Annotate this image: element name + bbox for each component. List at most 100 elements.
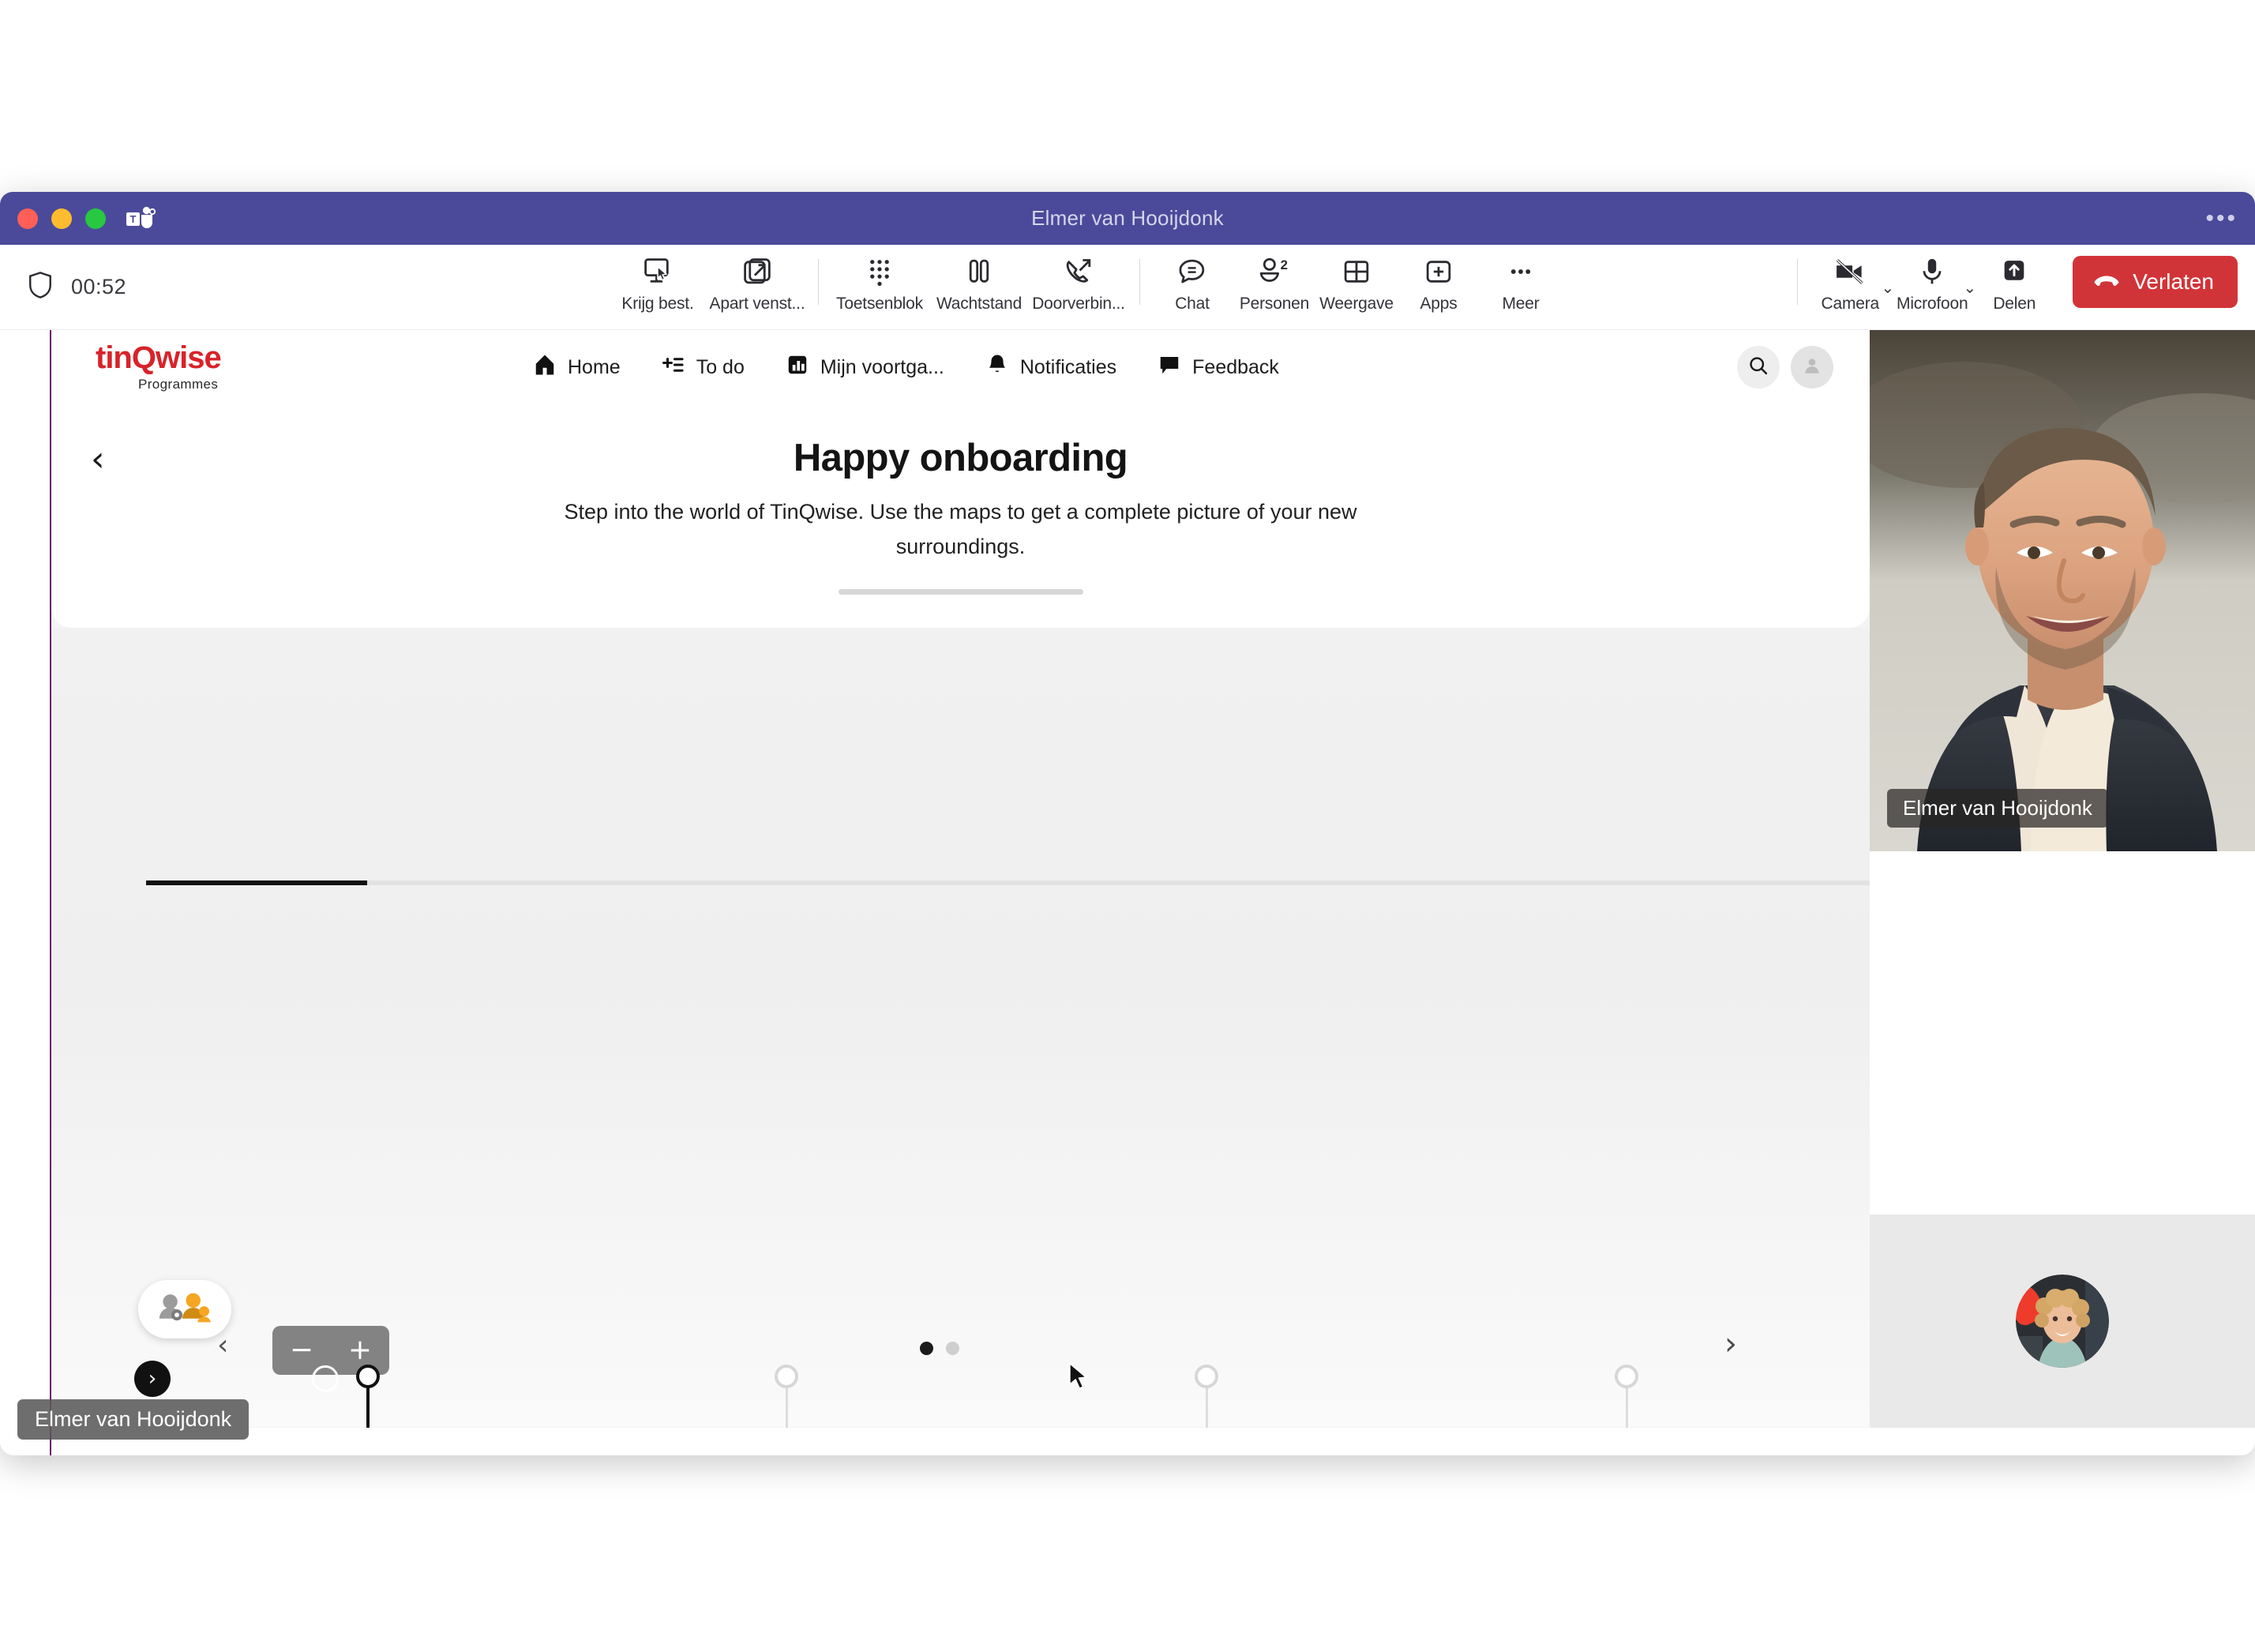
feedback-icon — [1158, 353, 1181, 382]
toolbar-label: Microfoon — [1897, 295, 1968, 313]
add-app-icon — [1423, 256, 1454, 287]
tinqwise-logo[interactable]: tinQwise Programmes — [96, 342, 222, 392]
nav-item-progress[interactable]: Mijn voortga... — [786, 353, 944, 382]
nav-item-home[interactable]: Home — [533, 353, 621, 382]
participant-avatar — [2016, 1275, 2109, 1368]
toolbar-button-view[interactable]: Weergave — [1315, 245, 1398, 324]
chat-icon — [1176, 256, 1208, 287]
meeting-stage: tinQwise Programmes Home To do Mijn voor… — [0, 330, 2255, 1455]
screen-share-border — [50, 330, 51, 1455]
toolbar-divider — [1139, 259, 1140, 305]
window-controls — [17, 208, 106, 229]
minimize-window-button[interactable] — [51, 208, 72, 229]
camera-off-icon — [1833, 256, 1867, 287]
pagination-dot-2[interactable] — [946, 1342, 959, 1355]
timeline-stem-1 — [366, 1384, 370, 1428]
toolbar-label: Delen — [1993, 295, 2036, 313]
toolbar-button-more[interactable]: Meer — [1480, 245, 1562, 324]
mouse-cursor — [1068, 1361, 1089, 1396]
video-tile-name: Elmer van Hooijdonk — [1887, 789, 2108, 828]
meeting-timer-group: 00:52 — [27, 270, 126, 304]
transfer-call-icon — [1063, 256, 1094, 287]
window-title: Elmer van Hooijdonk — [1031, 206, 1224, 230]
video-tile-secondary[interactable] — [1870, 1215, 2255, 1428]
nav-label: Notificaties — [1019, 355, 1117, 378]
toolbar-button-pop-out[interactable]: Apart venst... — [707, 245, 807, 324]
nav-item-feedback[interactable]: Feedback — [1158, 353, 1279, 382]
toolbar-button-hold[interactable]: Wachtstand — [929, 245, 1029, 324]
more-dots-icon — [1505, 256, 1536, 287]
close-window-button[interactable] — [17, 208, 38, 229]
hold-icon — [965, 256, 993, 287]
people-settings-icon — [155, 1290, 215, 1330]
toolbar-button-give-control[interactable]: Krijg best. — [608, 245, 707, 324]
search-button[interactable] — [1737, 346, 1780, 389]
carousel-prev-button[interactable]: ‹ — [217, 1329, 228, 1361]
titlebar-more-icon[interactable]: ••• — [2205, 206, 2238, 230]
pagination-dot-1[interactable] — [920, 1342, 933, 1355]
toolbar-label: Meer — [1502, 295, 1540, 313]
timeline-stem-2 — [786, 1384, 788, 1428]
toolbar-button-camera[interactable]: ⌄ Camera — [1809, 245, 1894, 324]
teams-icon: T — [126, 206, 156, 231]
timeline-node-2[interactable] — [775, 1365, 798, 1388]
todo-list-icon — [662, 353, 685, 382]
page-subtitle: Step into the world of TinQwise. Use the… — [564, 500, 1357, 558]
account-button[interactable] — [1791, 346, 1833, 389]
toolbar-button-people[interactable]: 2 Personen — [1233, 245, 1315, 324]
carousel-pagination — [920, 1342, 959, 1355]
timeline-start-button[interactable]: › — [134, 1361, 171, 1397]
toolbar-label: Krijg best. — [621, 295, 694, 313]
tinqwise-nav-actions — [1737, 346, 1833, 389]
toolbar-button-share[interactable]: Delen — [1973, 245, 2055, 324]
toolbar-button-transfer[interactable]: Doorverbin... — [1029, 245, 1128, 324]
nav-item-notifications[interactable]: Notificaties — [985, 353, 1116, 382]
pop-out-window-icon — [741, 256, 773, 287]
page-header: ‹ Happy onboarding Step into the world o… — [51, 404, 1870, 628]
microphone-icon — [1919, 256, 1945, 287]
carousel-next-button[interactable]: › — [1724, 1326, 1737, 1362]
brand-tagline: Programmes — [138, 377, 219, 392]
timeline-node-1[interactable] — [356, 1365, 380, 1388]
chevron-down-icon[interactable]: ⌄ — [1963, 278, 1976, 298]
give-control-icon — [642, 256, 673, 287]
dialpad-icon — [865, 256, 894, 287]
bell-icon — [985, 353, 1009, 382]
teams-meeting-window: T Elmer van Hooijdonk ••• 00:52 Krijg be… — [0, 192, 2255, 1455]
toolbar-label: Apps — [1420, 295, 1458, 313]
share-screen-icon — [1998, 256, 2030, 287]
video-tile-main[interactable]: Elmer van Hooijdonk — [1870, 330, 2255, 851]
maximize-window-button[interactable] — [85, 208, 106, 229]
leave-button-label: Verlaten — [2133, 269, 2214, 294]
toolbar-divider — [1797, 259, 1799, 305]
toolbar-button-dialpad[interactable]: Toetsenblok — [830, 245, 929, 324]
toolbar-label: Apart venst... — [709, 295, 805, 313]
window-titlebar: T Elmer van Hooijdonk ••• — [0, 192, 2255, 245]
meeting-toolbar: 00:52 Krijg best. Apart venst... Toetsen… — [0, 245, 2255, 330]
nav-item-todo[interactable]: To do — [662, 353, 745, 382]
zoom-in-button[interactable]: + — [348, 1336, 372, 1365]
nav-label: To do — [696, 355, 745, 378]
toolbar-label: Toetsenblok — [836, 295, 923, 313]
meeting-toolbar-right: ⌄ Camera ⌄ Microfoon Delen Verlaten — [1786, 245, 2238, 330]
toolbar-label: Weergave — [1319, 295, 1394, 313]
search-icon — [1747, 355, 1769, 381]
tinqwise-navbar: tinQwise Programmes Home To do Mijn voor… — [51, 330, 1870, 404]
timeline-node-4[interactable] — [1615, 1365, 1638, 1388]
people-icon: 2 — [1256, 256, 1293, 287]
back-button[interactable]: ‹ — [91, 442, 105, 477]
toolbar-button-apps[interactable]: Apps — [1398, 245, 1480, 324]
meeting-toolbar-center: Krijg best. Apart venst... Toetsenblok W… — [608, 245, 1562, 330]
leave-meeting-button[interactable]: Verlaten — [2073, 256, 2238, 308]
zoom-out-button[interactable]: − — [290, 1336, 313, 1365]
toolbar-button-microphone[interactable]: ⌄ Microfoon — [1891, 245, 1976, 324]
meeting-timer: 00:52 — [71, 275, 127, 298]
toolbar-divider — [818, 259, 819, 305]
shared-screen-content: tinQwise Programmes Home To do Mijn voor… — [51, 330, 1870, 1428]
toolbar-button-chat[interactable]: Chat — [1151, 245, 1233, 324]
timeline-stem-3 — [1206, 1384, 1208, 1428]
toolbar-label: Doorverbin... — [1032, 295, 1125, 313]
toolbar-label: Camera — [1821, 295, 1880, 313]
video-rail: Elmer van Hooijdonk — [1870, 330, 2255, 1428]
timeline-node-3[interactable] — [1195, 1365, 1218, 1388]
